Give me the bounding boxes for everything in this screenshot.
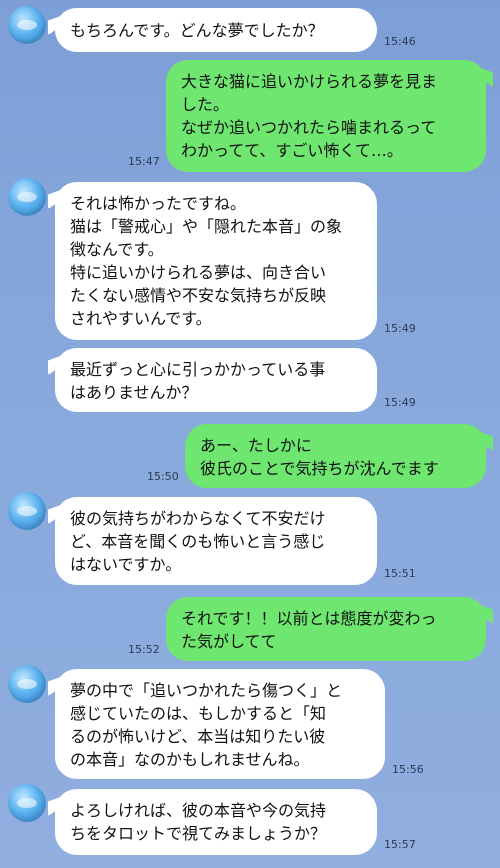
message-bubble[interactable]: 大きな猫に追いかけられる夢を見ま した。 なぜか追いつかれたら噛まれるって わか… (166, 60, 486, 172)
avatar-icon[interactable] (8, 492, 46, 530)
message-timestamp: 15:47 (128, 155, 160, 168)
message-timestamp: 15:49 (384, 396, 416, 409)
message-bubble[interactable]: あー、たしかに 彼氏のことで気持ちが沈んでます (185, 424, 486, 488)
message-timestamp: 15:46 (384, 35, 416, 48)
message-timestamp: 15:56 (392, 763, 424, 776)
message-bubble[interactable]: それは怖かったですね。 猫は「警戒心」や「隠れた本音」の象 徴なんです。 特に追… (55, 182, 377, 340)
avatar-icon[interactable] (8, 784, 46, 822)
avatar-icon[interactable] (8, 178, 46, 216)
message-bubble[interactable]: もちろんです。どんな夢でしたか？ (55, 8, 377, 52)
message-timestamp: 15:52 (128, 643, 160, 656)
avatar-icon[interactable] (8, 6, 46, 44)
chat-thread: もちろんです。どんな夢でしたか？ 15:46 15:47 大きな猫に追いかけられ… (0, 0, 500, 868)
message-timestamp: 15:51 (384, 567, 416, 580)
message-timestamp: 15:57 (384, 838, 416, 851)
message-timestamp: 15:49 (384, 322, 416, 335)
message-bubble[interactable]: 彼の気持ちがわからなくて不安だけ ど、本音を聞くのも怖いと言う感じ はないですか… (55, 497, 377, 585)
message-bubble[interactable]: よろしければ、彼の本音や今の気持 ちをタロットで視てみましょうか？ (55, 789, 377, 855)
message-timestamp: 15:50 (147, 470, 179, 483)
avatar-icon[interactable] (8, 665, 46, 703)
message-bubble[interactable]: 最近ずっと心に引っかかっている事 はありませんか？ (55, 348, 377, 412)
message-bubble[interactable]: 夢の中で「追いつかれたら傷つく」と 感じていたのは、もしかすると「知 るのが怖い… (55, 669, 385, 779)
message-bubble[interactable]: それです！！以前とは態度が変わっ た気がしてて (166, 597, 486, 661)
